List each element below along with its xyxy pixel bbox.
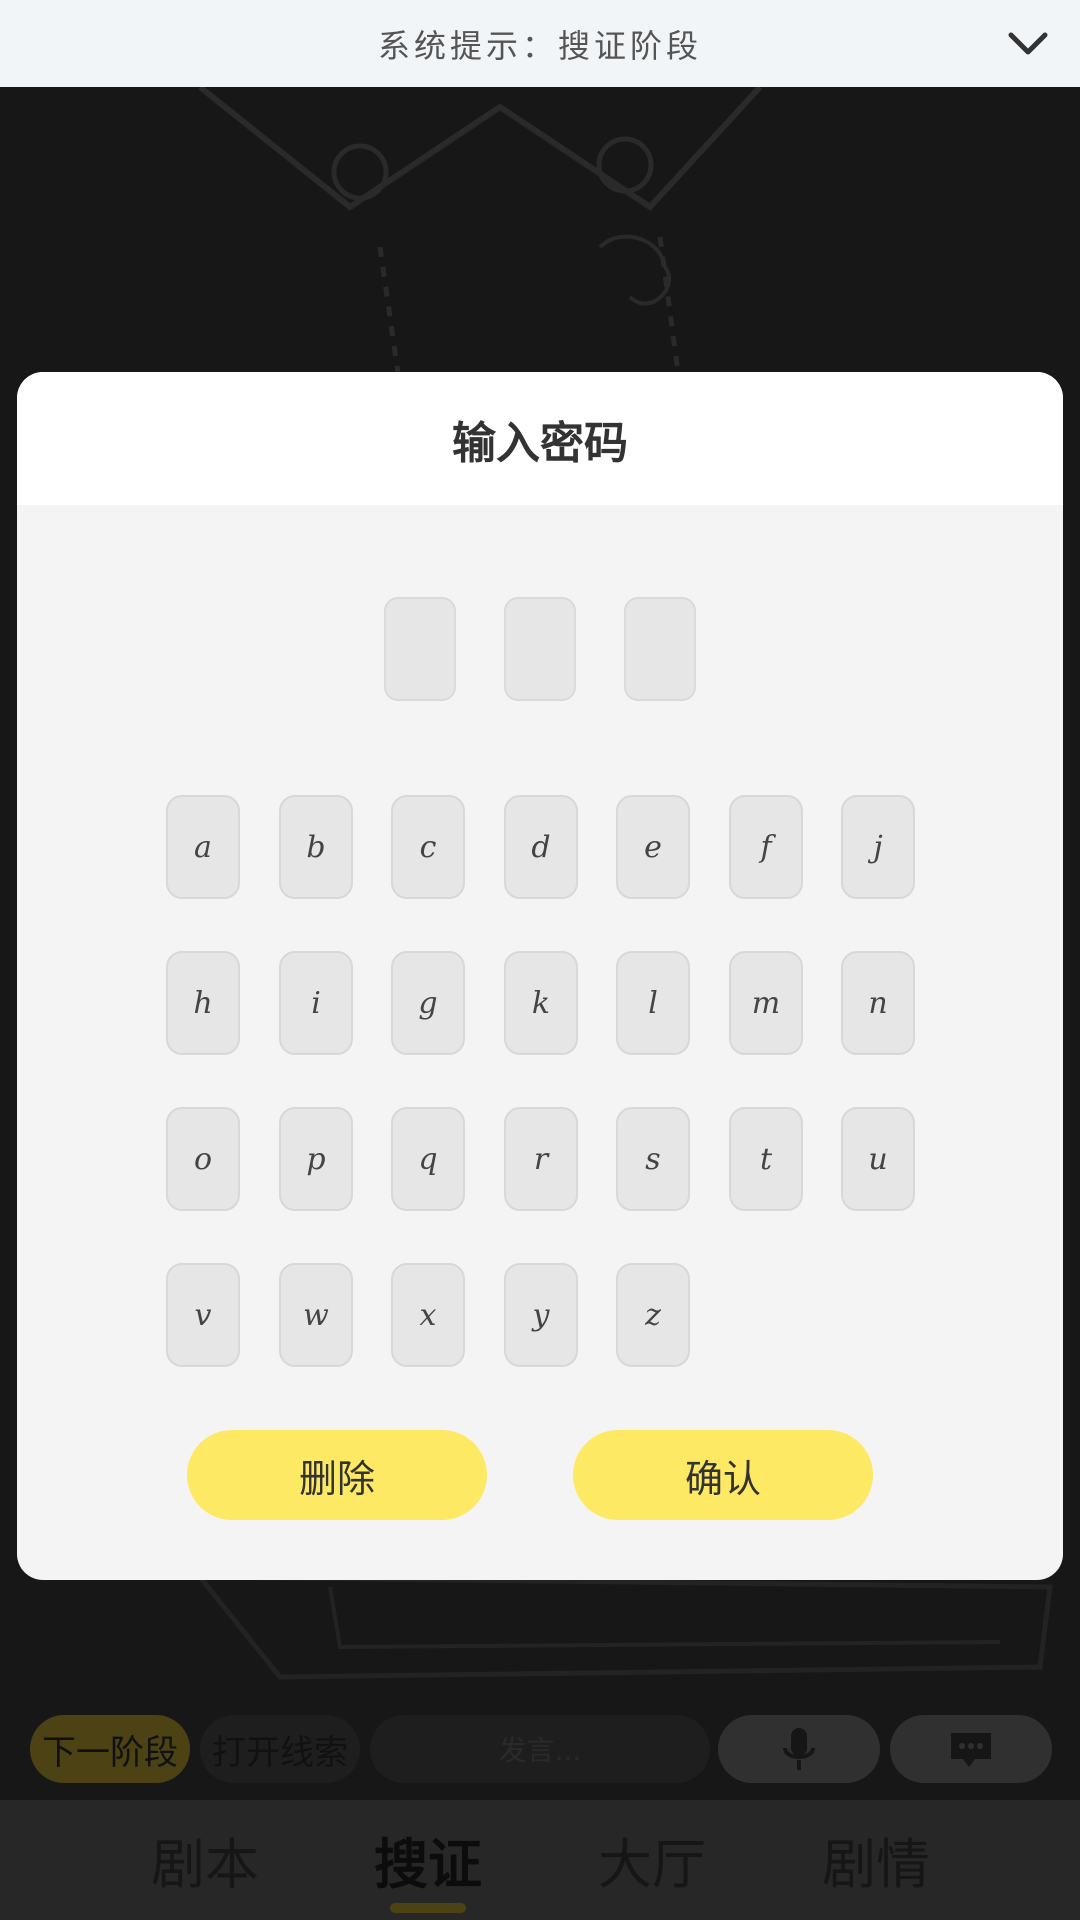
key-d[interactable]: d <box>504 795 578 899</box>
key-m[interactable]: m <box>729 951 803 1055</box>
key-b[interactable]: b <box>279 795 353 899</box>
confirm-button[interactable]: 确认 <box>573 1430 873 1520</box>
dialog-header: 输入密码 <box>17 372 1063 505</box>
collapse-button[interactable] <box>1002 18 1054 70</box>
chat-button[interactable] <box>890 1715 1052 1783</box>
key-l[interactable]: l <box>616 951 690 1055</box>
key-s[interactable]: s <box>616 1107 690 1211</box>
delete-button[interactable]: 删除 <box>187 1430 487 1520</box>
key-i[interactable]: i <box>279 951 353 1055</box>
key-e[interactable]: e <box>616 795 690 899</box>
key-k[interactable]: k <box>504 951 578 1055</box>
dialog-title: 输入密码 <box>452 417 628 469</box>
key-r[interactable]: r <box>504 1107 578 1211</box>
system-prompt-bar: 系统提示：搜证阶段 <box>0 0 1080 87</box>
chevron-down-icon <box>1008 32 1048 55</box>
key-o[interactable]: o <box>166 1107 240 1211</box>
tab-plot[interactable]: 剧情 <box>796 1820 956 1899</box>
password-slot-1 <box>384 597 456 701</box>
password-slot-2 <box>504 597 576 701</box>
bottom-tab-bar: 剧本 搜证 大厅 剧情 <box>0 1800 1080 1920</box>
tab-lobby[interactable]: 大厅 <box>572 1820 732 1899</box>
password-dialog: 输入密码 a b c d e f j h i g k l m n o p q r… <box>17 372 1063 1580</box>
next-phase-button[interactable]: 下一阶段 <box>30 1715 190 1783</box>
key-y[interactable]: y <box>504 1263 578 1367</box>
message-input[interactable]: 发言... <box>370 1715 710 1783</box>
key-x[interactable]: x <box>391 1263 465 1367</box>
chat-bubble-icon <box>951 1733 991 1767</box>
key-f[interactable]: f <box>729 795 803 899</box>
key-j[interactable]: j <box>841 795 915 899</box>
system-prompt-title: 系统提示：搜证阶段 <box>377 26 702 65</box>
key-q[interactable]: q <box>391 1107 465 1211</box>
mic-button[interactable] <box>718 1715 880 1783</box>
open-clues-button[interactable]: 打开线索 <box>200 1715 360 1783</box>
key-w[interactable]: w <box>279 1263 353 1367</box>
key-a[interactable]: a <box>166 795 240 899</box>
microphone-icon <box>783 1728 815 1770</box>
key-v[interactable]: v <box>166 1263 240 1367</box>
tab-search-evidence[interactable]: 搜证 <box>348 1820 508 1899</box>
bottom-controls: 下一阶段 打开线索 发言... <box>0 1700 1080 1800</box>
active-tab-indicator <box>390 1903 466 1913</box>
key-h[interactable]: h <box>166 951 240 1055</box>
key-z[interactable]: z <box>616 1263 690 1367</box>
password-slot-3 <box>624 597 696 701</box>
key-t[interactable]: t <box>729 1107 803 1211</box>
key-g[interactable]: g <box>391 951 465 1055</box>
key-p[interactable]: p <box>279 1107 353 1211</box>
tab-script[interactable]: 剧本 <box>125 1820 285 1899</box>
key-n[interactable]: n <box>841 951 915 1055</box>
key-c[interactable]: c <box>391 795 465 899</box>
key-u[interactable]: u <box>841 1107 915 1211</box>
